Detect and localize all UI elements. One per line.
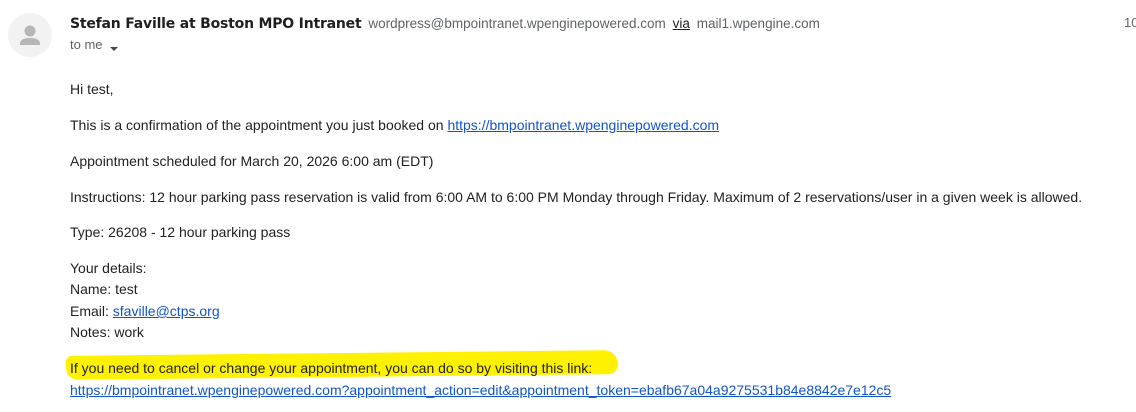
cancel-link-line: https://bmpointranet.wpenginepowered.com…	[70, 380, 891, 401]
sender-avatar[interactable]	[8, 13, 52, 57]
recipient-label: to me	[70, 37, 103, 52]
message-date: 10	[1124, 15, 1136, 30]
notes-line: Notes: work	[70, 324, 144, 340]
scheduled-line: Appointment scheduled for March 20, 2026…	[70, 153, 434, 169]
cancel-link[interactable]: https://bmpointranet.wpenginepowered.com…	[70, 382, 891, 398]
details-heading: Your details:	[70, 260, 147, 276]
name-line: Name: test	[70, 281, 138, 297]
sender-name[interactable]: Stefan Faville at Boston MPO Intranet	[70, 16, 362, 32]
via-link[interactable]: via	[673, 16, 690, 31]
site-link[interactable]: https://bmpointranet.wpenginepowered.com	[447, 117, 719, 133]
confirmation-line: This is a confirmation of the appointmen…	[70, 115, 719, 136]
email-line: Email: sfaville@ctps.org	[70, 301, 220, 322]
greeting: Hi test,	[70, 81, 114, 97]
person-icon	[20, 25, 40, 45]
instructions-line: Instructions: 12 hour parking pass reser…	[70, 189, 1083, 205]
cancel-instructions: If you need to cancel or change your app…	[70, 360, 593, 376]
confirmation-prefix: This is a confirmation of the appointmen…	[70, 117, 448, 133]
type-line: Type: 26208 - 12 hour parking pass	[70, 224, 291, 240]
sender-email: wordpress@bmpointranet.wpenginepowered.c…	[368, 16, 666, 31]
caret-down-icon[interactable]	[109, 40, 119, 51]
via-host: mail1.wpengine.com	[696, 16, 820, 31]
sender-line: Stefan Faville at Boston MPO Intranet wo…	[70, 13, 820, 34]
email-prefix: Email:	[70, 303, 113, 319]
email-link[interactable]: sfaville@ctps.org	[113, 303, 220, 319]
recipient-line: to me	[70, 35, 119, 55]
